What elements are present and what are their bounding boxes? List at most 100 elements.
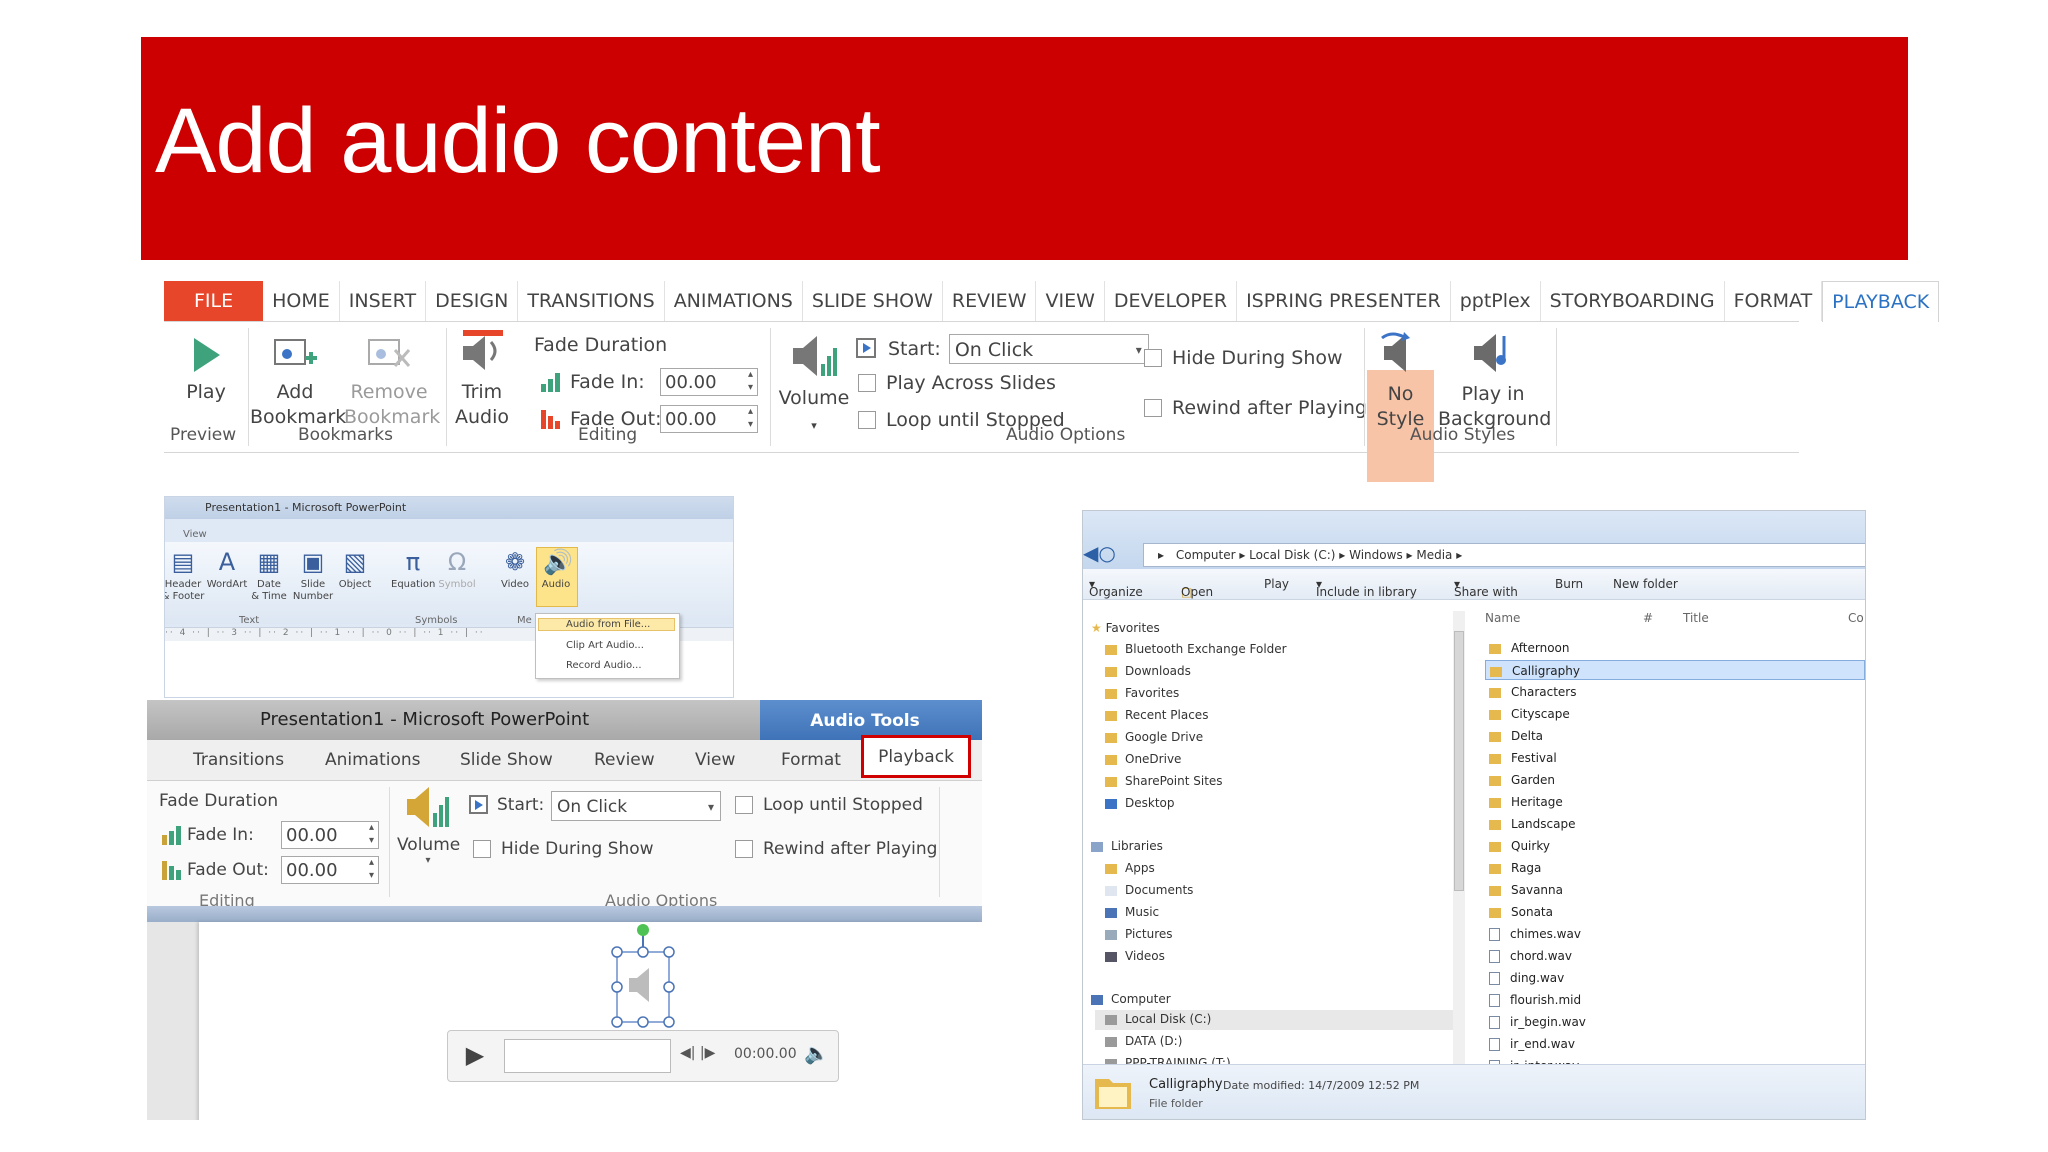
- new-folder-button[interactable]: New folder: [1613, 577, 1678, 591]
- nav-item[interactable]: Apps: [1105, 861, 1155, 875]
- tab-developer[interactable]: DEVELOPER: [1105, 281, 1238, 321]
- column-number[interactable]: #: [1643, 611, 1653, 625]
- list-item[interactable]: Delta: [1485, 726, 1865, 746]
- view-tab[interactable]: View: [183, 529, 207, 540]
- breadcrumb-windows[interactable]: Windows: [1349, 548, 1403, 562]
- skip-controls-icon[interactable]: ◀| |▶: [680, 1045, 715, 1061]
- list-item[interactable]: Cityscape: [1485, 704, 1865, 724]
- nav-item[interactable]: Documents: [1105, 883, 1193, 897]
- breadcrumb-local-disk[interactable]: Local Disk (C:): [1249, 548, 1335, 562]
- list-item[interactable]: ding.wav: [1485, 968, 1865, 988]
- fade-out-spinner[interactable]: 00.00: [660, 405, 758, 433]
- nav-libraries-header[interactable]: Libraries: [1091, 839, 1163, 853]
- rewind-after-playing-checkbox[interactable]: Rewind after Playing: [735, 839, 937, 859]
- nav-item[interactable]: Favorites: [1105, 686, 1179, 700]
- nav-item[interactable]: Bluetooth Exchange Folder: [1105, 642, 1287, 656]
- tab-animations[interactable]: ANIMATIONS: [665, 281, 803, 321]
- nav-item[interactable]: Downloads: [1105, 664, 1191, 678]
- nav-item[interactable]: Google Drive: [1105, 730, 1203, 744]
- slide-number-button[interactable]: ▣ Slide Number: [291, 549, 335, 603]
- fade-in-spinner[interactable]: 00.00: [660, 368, 758, 396]
- column-contributing[interactable]: Co: [1848, 611, 1864, 625]
- volume-button[interactable]: Volume ▾: [397, 785, 460, 866]
- wordart-button[interactable]: A WordArt: [205, 549, 249, 591]
- play-across-slides-checkbox[interactable]: Play Across Slides: [858, 372, 1056, 394]
- fade-in-spinner[interactable]: 00.00: [281, 821, 379, 849]
- nav-item[interactable]: Recent Places: [1105, 708, 1208, 722]
- list-item[interactable]: flourish.mid: [1485, 990, 1865, 1010]
- menu-item-audio-from-file[interactable]: Audio from File...: [538, 618, 675, 631]
- list-item[interactable]: Savanna: [1485, 880, 1865, 900]
- header-footer-button[interactable]: ▤ Header & Footer: [165, 549, 205, 603]
- nav-favorites-header[interactable]: ★ Favorites: [1091, 621, 1160, 635]
- share-with-button[interactable]: Share with ▾: [1454, 577, 1518, 599]
- tab-review[interactable]: Review: [594, 750, 655, 770]
- object-button[interactable]: ▧ Object: [333, 549, 377, 591]
- nav-scrollbar[interactable]: [1453, 611, 1465, 1071]
- tab-slide-show[interactable]: SLIDE SHOW: [803, 281, 943, 321]
- nav-item[interactable]: DATA (D:): [1105, 1034, 1182, 1048]
- play-button[interactable]: Play: [176, 336, 236, 405]
- list-item[interactable]: ir_end.wav: [1485, 1034, 1865, 1054]
- trim-audio-button[interactable]: Trim Audio: [448, 328, 516, 430]
- start-dropdown[interactable]: On Click: [551, 791, 721, 822]
- nav-item[interactable]: OneDrive: [1105, 752, 1181, 766]
- audio-object[interactable]: [603, 922, 683, 1032]
- rewind-after-playing-checkbox[interactable]: Rewind after Playing: [1144, 397, 1367, 419]
- play-in-background-button[interactable]: Play in Background: [1438, 330, 1551, 432]
- back-forward-icon[interactable]: ◀○: [1083, 541, 1116, 565]
- list-item[interactable]: Garden: [1485, 770, 1865, 790]
- tab-transitions[interactable]: TRANSITIONS: [518, 281, 665, 321]
- seek-track[interactable]: [504, 1039, 671, 1073]
- list-item[interactable]: Raga: [1485, 858, 1865, 878]
- organize-button[interactable]: Organize ▾: [1089, 577, 1143, 599]
- tab-review[interactable]: REVIEW: [943, 281, 1037, 321]
- hide-during-show-checkbox[interactable]: Hide During Show: [1144, 347, 1343, 369]
- list-item[interactable]: Heritage: [1485, 792, 1865, 812]
- remove-bookmark-button[interactable]: Remove Bookmark: [344, 336, 440, 430]
- list-item[interactable]: Afternoon: [1485, 638, 1865, 658]
- tab-transitions[interactable]: Transitions: [193, 750, 284, 770]
- audio-button[interactable]: 🔊 Audio: [534, 549, 578, 591]
- tab-ispring-presenter[interactable]: ISPRING PRESENTER: [1237, 281, 1451, 321]
- list-item[interactable]: Landscape: [1485, 814, 1865, 834]
- nav-item[interactable]: Pictures: [1105, 927, 1173, 941]
- list-item[interactable]: chord.wav: [1485, 946, 1865, 966]
- nav-item[interactable]: Videos: [1105, 949, 1165, 963]
- no-style-button[interactable]: No Style: [1367, 330, 1434, 432]
- menu-item-record-audio[interactable]: Record Audio...: [566, 660, 642, 671]
- list-item[interactable]: chimes.wav: [1485, 924, 1865, 944]
- tab-animations[interactable]: Animations: [325, 750, 421, 770]
- symbol-button[interactable]: Ω Symbol: [435, 549, 479, 591]
- tab-pptplex[interactable]: pptPlex: [1451, 281, 1541, 321]
- tab-playback-highlighted[interactable]: Playback: [861, 735, 971, 778]
- column-name[interactable]: Name: [1485, 611, 1520, 625]
- tab-home[interactable]: HOME: [263, 281, 340, 321]
- tab-playback[interactable]: PLAYBACK: [1822, 280, 1940, 322]
- tab-format[interactable]: FORMAT: [1725, 281, 1823, 321]
- list-item[interactable]: Characters: [1485, 682, 1865, 702]
- nav-item[interactable]: Music: [1105, 905, 1159, 919]
- add-bookmark-button[interactable]: Add Bookmark: [250, 336, 346, 430]
- play-icon[interactable]: ▶: [458, 1041, 492, 1069]
- volume-icon[interactable]: 🔈: [804, 1041, 829, 1065]
- nav-computer-header[interactable]: Computer: [1091, 992, 1171, 1006]
- start-dropdown[interactable]: On Click: [948, 334, 1149, 365]
- video-button[interactable]: ❁ Video: [493, 549, 537, 591]
- tab-format[interactable]: Format: [781, 750, 841, 770]
- tab-design[interactable]: DESIGN: [426, 281, 519, 321]
- tab-view[interactable]: VIEW: [1036, 281, 1105, 321]
- nav-item-selected[interactable]: Local Disk (C:): [1095, 1010, 1453, 1030]
- play-command-button[interactable]: Play: [1264, 577, 1289, 591]
- hide-during-show-checkbox[interactable]: Hide During Show: [473, 839, 654, 859]
- nav-item[interactable]: Desktop: [1105, 796, 1175, 810]
- scrollbar-thumb[interactable]: [1454, 631, 1464, 891]
- include-in-library-button[interactable]: Include in library ▾: [1316, 577, 1417, 599]
- list-item[interactable]: Festival: [1485, 748, 1865, 768]
- loop-until-stopped-checkbox[interactable]: Loop until Stopped: [735, 795, 923, 815]
- equation-button[interactable]: π Equation: [391, 549, 435, 591]
- date-time-button[interactable]: ▦ Date & Time: [247, 549, 291, 603]
- tab-view[interactable]: View: [695, 750, 735, 770]
- list-item[interactable]: Sonata: [1485, 902, 1865, 922]
- rotate-handle-icon[interactable]: [637, 924, 649, 936]
